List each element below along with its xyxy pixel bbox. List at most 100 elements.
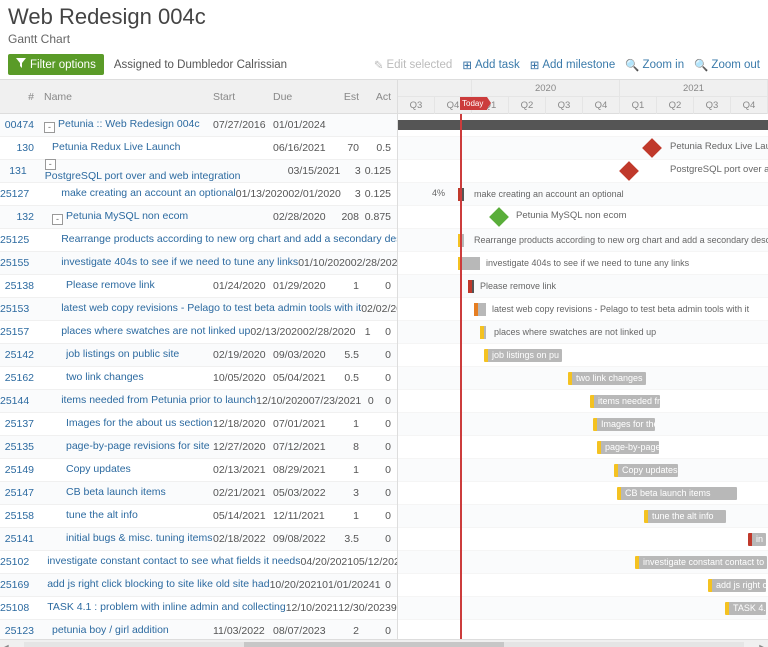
- table-row[interactable]: 25144items needed from Petunia prior to …: [0, 390, 397, 413]
- task-id-link[interactable]: 25127: [0, 188, 29, 200]
- task-name-link[interactable]: investigate 404s to see if we need to tu…: [61, 256, 298, 268]
- scroll-thumb[interactable]: [244, 642, 504, 647]
- table-row[interactable]: 25135page-by-page revisions for site12/2…: [0, 436, 397, 459]
- task-id-link[interactable]: 25138: [5, 280, 34, 292]
- task-bar[interactable]: [480, 326, 486, 339]
- col-header-act[interactable]: Act: [363, 91, 397, 103]
- task-bar[interactable]: Images for the a: [593, 418, 655, 431]
- zoom-in-button[interactable]: 🔍 Zoom in: [625, 58, 684, 72]
- task-bar[interactable]: job listings on pu: [484, 349, 562, 362]
- task-name-link[interactable]: tune the alt info: [66, 509, 138, 521]
- task-bar[interactable]: CB beta launch items: [617, 487, 737, 500]
- table-row[interactable]: 132-Petunia MySQL non ecom02/28/20202080…: [0, 206, 397, 229]
- col-header-est[interactable]: Est: [333, 91, 363, 103]
- col-header-name[interactable]: Name: [38, 91, 213, 103]
- task-id-link[interactable]: 25102: [0, 556, 29, 568]
- task-bar[interactable]: [468, 280, 474, 293]
- task-name-link[interactable]: places where swatches are not linked up: [61, 325, 250, 337]
- task-name-link[interactable]: Images for the about us section: [66, 417, 213, 429]
- scroll-left-icon[interactable]: ◄: [0, 642, 12, 647]
- table-row[interactable]: 25155 investigate 404s to see if we need …: [0, 252, 397, 275]
- task-id-link[interactable]: 25169: [0, 579, 29, 591]
- task-bar[interactable]: [474, 303, 486, 316]
- task-name-link[interactable]: Copy updates: [66, 463, 131, 475]
- table-row[interactable]: 25169 add js right click blocking to site…: [0, 574, 397, 597]
- task-bar[interactable]: investigate constant contact to se: [635, 556, 767, 569]
- task-id-link[interactable]: 25147: [5, 487, 34, 499]
- task-name-link[interactable]: investigate constant contact to see what…: [47, 555, 300, 567]
- table-row[interactable]: 25125 Rearrange products according to new…: [0, 229, 397, 252]
- task-name-link[interactable]: job listings on public site: [66, 348, 179, 360]
- milestone-diamond[interactable]: [489, 207, 509, 227]
- assigned-filter-chip[interactable]: Assigned to Dumbledor Calrissian: [114, 59, 287, 71]
- table-row[interactable]: 131 -PostgreSQL port over and web integra…: [0, 160, 397, 183]
- task-id-link[interactable]: 00474: [5, 119, 34, 131]
- task-id-link[interactable]: 25108: [0, 602, 29, 614]
- task-name-link[interactable]: two link changes: [66, 371, 144, 383]
- add-milestone-button[interactable]: ⊞ Add milestone: [530, 58, 616, 72]
- task-name-link[interactable]: CB beta launch items: [66, 486, 166, 498]
- task-id-link[interactable]: 25137: [5, 418, 34, 430]
- gantt-timeline[interactable]: 20202021 Q3Q4Q1Q2Q3Q4Q1Q2Q3Q4 Today Petu…: [398, 80, 768, 639]
- task-name-link[interactable]: make creating an account an optional: [61, 187, 236, 199]
- task-id-link[interactable]: 131: [9, 165, 27, 177]
- task-name-link[interactable]: Petunia Redux Live Launch: [52, 141, 180, 153]
- table-row[interactable]: 25137Images for the about us section12/1…: [0, 413, 397, 436]
- summary-bar[interactable]: [398, 120, 768, 130]
- table-row[interactable]: 25149Copy updates02/13/202108/29/202110: [0, 459, 397, 482]
- task-bar[interactable]: two link changes: [568, 372, 646, 385]
- horizontal-scrollbar[interactable]: ◄ ►: [0, 639, 768, 647]
- task-bar[interactable]: Copy updates: [614, 464, 678, 477]
- table-row[interactable]: 25158tune the alt info05/14/202112/11/20…: [0, 505, 397, 528]
- add-task-button[interactable]: ⊞ Add task: [462, 58, 519, 72]
- tree-toggle-icon[interactable]: -: [44, 122, 55, 133]
- table-row[interactable]: 25138Please remove link01/24/202001/29/2…: [0, 275, 397, 298]
- task-id-link[interactable]: 25135: [5, 441, 34, 453]
- table-row[interactable]: 25141initial bugs & misc. tuning items02…: [0, 528, 397, 551]
- table-row[interactable]: 25108TASK 4.1 : problem with inline admi…: [0, 597, 397, 620]
- task-bar[interactable]: in: [748, 533, 766, 546]
- table-row[interactable]: 25127 make creating an account an optiona…: [0, 183, 397, 206]
- task-id-link[interactable]: 132: [16, 211, 34, 223]
- task-name-link[interactable]: PostgreSQL port over and web integration: [45, 170, 241, 182]
- milestone-diamond[interactable]: [619, 161, 639, 181]
- task-bar[interactable]: add js right clic: [708, 579, 766, 592]
- task-id-link[interactable]: 25149: [5, 464, 34, 476]
- table-row[interactable]: 00474-Petunia :: Web Redesign 004c07/27/…: [0, 114, 397, 137]
- col-header-id[interactable]: #: [0, 91, 38, 103]
- task-id-link[interactable]: 25141: [5, 533, 34, 545]
- task-name-link[interactable]: latest web copy revisions - Pelago to te…: [61, 302, 361, 314]
- table-row[interactable]: 25157 places where swatches are not linke…: [0, 321, 397, 344]
- col-header-start[interactable]: Start: [213, 91, 273, 103]
- table-row[interactable]: 25142job listings on public site02/19/20…: [0, 344, 397, 367]
- task-bar[interactable]: page-by-page re: [597, 441, 659, 454]
- task-id-link[interactable]: 130: [16, 142, 34, 154]
- task-id-link[interactable]: 25144: [0, 395, 29, 407]
- task-id-link[interactable]: 25157: [0, 326, 29, 338]
- table-row[interactable]: 25147CB beta launch items02/21/202105/03…: [0, 482, 397, 505]
- scroll-right-icon[interactable]: ►: [756, 642, 768, 647]
- task-name-link[interactable]: Petunia MySQL non ecom: [66, 210, 188, 222]
- task-name-link[interactable]: Petunia :: Web Redesign 004c: [58, 118, 200, 130]
- task-id-link[interactable]: 25142: [5, 349, 34, 361]
- table-row[interactable]: 25102 investigate constant contact to see…: [0, 551, 397, 574]
- task-name-link[interactable]: initial bugs & misc. tuning items: [66, 532, 212, 544]
- task-name-link[interactable]: page-by-page revisions for site: [66, 440, 210, 452]
- task-id-link[interactable]: 25155: [0, 257, 29, 269]
- table-row[interactable]: 25162two link changes10/05/202005/04/202…: [0, 367, 397, 390]
- task-id-link[interactable]: 25153: [0, 303, 29, 315]
- task-id-link[interactable]: 25158: [5, 510, 34, 522]
- task-bar[interactable]: items needed from: [590, 395, 660, 408]
- col-header-due[interactable]: Due: [273, 91, 333, 103]
- task-bar[interactable]: tune the alt info: [644, 510, 726, 523]
- task-id-link[interactable]: 25162: [5, 372, 34, 384]
- task-id-link[interactable]: 25125: [0, 234, 29, 246]
- task-name-link[interactable]: add js right click blocking to site like…: [47, 578, 269, 590]
- tree-toggle-icon[interactable]: -: [45, 159, 56, 170]
- milestone-diamond[interactable]: [642, 138, 662, 158]
- tree-toggle-icon[interactable]: -: [52, 214, 63, 225]
- task-name-link[interactable]: Rearrange products according to new org …: [61, 233, 398, 245]
- filter-options-button[interactable]: Filter options: [8, 54, 104, 75]
- zoom-out-button[interactable]: 🔍 Zoom out: [694, 58, 760, 72]
- table-row[interactable]: 25153 latest web copy revisions - Pelago …: [0, 298, 397, 321]
